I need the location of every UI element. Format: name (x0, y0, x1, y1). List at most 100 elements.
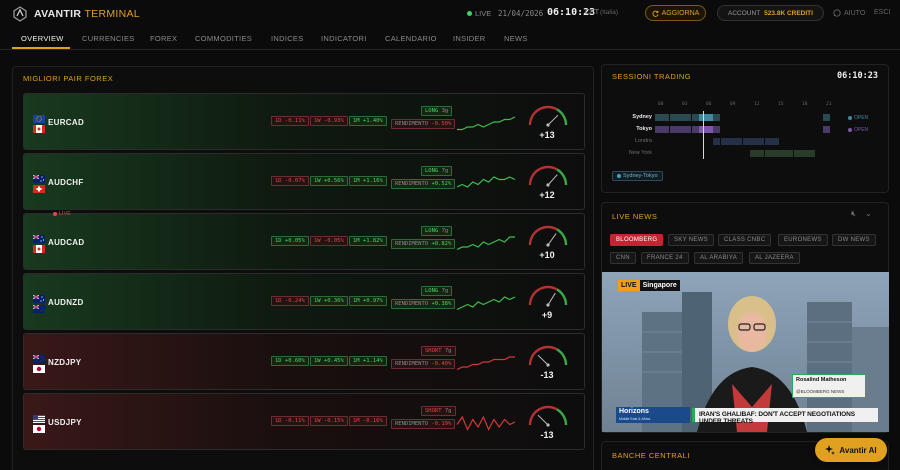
sparkline (456, 236, 515, 251)
session-label: New York (628, 150, 652, 156)
now-indicator (703, 111, 704, 159)
hour-tick: 03 (682, 102, 688, 107)
channel-sky-news[interactable]: SKY NEWS (668, 234, 714, 246)
account-pill[interactable]: ACCOUNT 523.8K CREDITI (717, 5, 824, 21)
tab-insider[interactable]: INSIDER (453, 34, 486, 43)
pair-card-usdjpy[interactable]: USDJPY 1D -0.11% 1W -0.15% 1M -0.16% SHORT 7… (23, 393, 585, 450)
channel-al-arabiya[interactable]: AL ARABIYA (694, 252, 744, 264)
tab-calendario[interactable]: CALENDARIO (385, 34, 437, 43)
flag-jp-icon (33, 365, 45, 373)
pair-card-audchf[interactable]: AUDCHF 1D -0.07% 1W +0.56% 1M +1.16% LONG 7g… (23, 153, 585, 210)
pair-name: AUDNZD (48, 298, 84, 307)
anchor-name: Rosalind Matheson (796, 377, 847, 383)
sessions-title: SESSIONI TRADING (612, 72, 692, 81)
news-controls: 🔇︎ ⌄ (851, 209, 872, 219)
position-duration: 7g (444, 408, 452, 414)
pair-card-audnzd[interactable]: AUDNZD 1D -0.24% 1W +0.36% 1M +0.97% LONG 7g… (23, 273, 585, 330)
tab-commodities[interactable]: COMMODITIES (195, 34, 252, 43)
pair-flags (33, 355, 45, 373)
tab-forex[interactable]: FOREX (150, 34, 177, 43)
session-segment (684, 126, 692, 133)
yield-value: -0.50% (431, 121, 452, 127)
tab-overview[interactable]: OVERVIEW (21, 34, 64, 43)
session-track (655, 138, 830, 145)
session-segment (742, 138, 750, 145)
change-chip-d1: 1D -0.11% (271, 416, 309, 426)
gauge-needle (547, 233, 557, 246)
change-chip-m1: 1M -0.16% (349, 416, 387, 426)
channel-bloomberg[interactable]: BLOOMBERG (610, 234, 664, 246)
session-segment (706, 114, 714, 121)
overlap-badge: Sydney-Tokyo (612, 171, 663, 181)
pair-name: AUDCAD (48, 238, 85, 247)
logo-icon (13, 6, 27, 22)
tab-indices[interactable]: INDICES (271, 34, 304, 43)
news-live-label: LIVE (59, 211, 71, 217)
channel-al-jazeera[interactable]: AL JAZEERA (749, 252, 800, 264)
gauge-hub (546, 303, 550, 307)
session-segment (713, 114, 721, 121)
score-value: -13 (540, 430, 554, 440)
tab-news[interactable]: NEWS (504, 34, 528, 43)
position-side: LONG (425, 228, 439, 234)
gauge-needle (537, 354, 549, 366)
flag-eu-icon (33, 115, 45, 123)
show-sub: Middle East & Africa (619, 417, 651, 421)
mute-icon[interactable]: 🔇︎ (851, 209, 856, 219)
session-label: Tokyo (636, 126, 652, 132)
pair-card-eurcad[interactable]: EURCAD 1D -0.11% 1W -0.93% 1M +1.40% LONG 3g… (23, 93, 585, 150)
gauge-hub (546, 123, 550, 127)
pair-name: NZDJPY (48, 358, 82, 367)
flag-au-icon (33, 175, 45, 183)
session-track (655, 150, 830, 157)
session-label: Londra (634, 138, 652, 144)
channel-euronews[interactable]: EURONEWS (778, 234, 828, 246)
channel-dw-news[interactable]: DW NEWS (832, 234, 876, 246)
session-status: OPEN (848, 115, 868, 121)
tab-indicatori[interactable]: INDICATORI (321, 34, 367, 43)
gauge-arc-buy (556, 228, 568, 246)
change-chip-d1: 1D +0.05% (271, 236, 309, 246)
refresh-button[interactable]: AGGIORNA (645, 5, 706, 21)
flag-nz-icon (33, 355, 45, 363)
channel-class-cnbc[interactable]: CLASS CNBC (718, 234, 772, 246)
help-button[interactable]: AIUTO (833, 9, 865, 17)
chevron-down-icon[interactable]: ⌄ (865, 209, 872, 219)
hour-tick: 18 (802, 102, 808, 107)
session-segment (662, 114, 670, 121)
exit-button[interactable]: ESCI (874, 9, 890, 16)
gauge-needle (537, 414, 549, 426)
position-duration: 3g (441, 108, 449, 114)
position-side: SHORT (425, 348, 442, 354)
news-video-player[interactable]: LIVE Singapore Rosalind Matheson @BLOOMB… (602, 272, 889, 432)
channel-cnn[interactable]: CNN (610, 252, 636, 264)
hour-tick: 09 (730, 102, 736, 107)
session-segment (822, 126, 830, 133)
gauge-arc-sell (528, 345, 558, 366)
sparkle-icon (825, 445, 836, 455)
pair-name: EURCAD (48, 118, 85, 127)
change-chip-w1: 1W -0.15% (310, 416, 348, 426)
yield-value: +0.38% (431, 301, 452, 307)
session-segment (676, 114, 684, 121)
anchor-namebox: Rosalind Matheson @BLOOMBERG NEWS (792, 374, 866, 398)
account-label: ACCOUNT (728, 9, 761, 17)
session-label: Sydney (632, 114, 652, 120)
session-segment (771, 150, 779, 157)
sparkline-path (456, 356, 515, 371)
change-chip-d1: 1D -0.07% (271, 176, 309, 186)
change-chip-w1: 1W -0.93% (310, 116, 348, 126)
pair-card-audcad[interactable]: AUDCAD 1D +0.05% 1W -0.05% 1M +1.82% LONG 7g… (23, 213, 585, 270)
gauge-needle (547, 114, 559, 126)
sparkline-path (456, 296, 516, 311)
headline-text: IRAN'S GHALIBAF: DON'T ACCEPT NEGOTIATIO… (699, 411, 855, 425)
ai-assistant-button[interactable]: Avantir AI (815, 438, 887, 462)
gauge-arc-buy (556, 168, 568, 186)
yield-label: RENDIMENTO (395, 421, 429, 427)
tab-currencies[interactable]: CURRENCIES (82, 34, 135, 43)
pair-flags (33, 115, 45, 133)
pair-card-nzdjpy[interactable]: NZDJPY 1D +0.60% 1W +0.45% 1M +1.14% SHORT 7… (23, 333, 585, 390)
channel-france-24[interactable]: FRANCE 24 (641, 252, 689, 264)
position-badge: LONG 7g (421, 226, 453, 236)
sessions-time: 06:10:23 (837, 71, 878, 81)
